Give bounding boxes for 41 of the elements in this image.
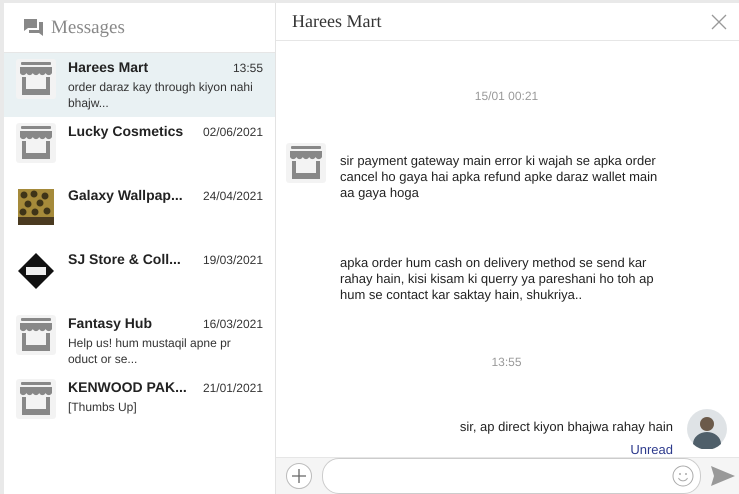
- incoming-message: apka order hum cash on delivery method se send kar rahay hain, kisi kisam ki querry ya pareshani ho toh ap hum se contact kar saktay hain, shukriya..: [340, 254, 655, 303]
- send-button[interactable]: [711, 466, 735, 486]
- emoji-button[interactable]: [672, 465, 694, 487]
- read-status: Unread: [630, 442, 673, 457]
- contact-name: Galaxy Wallpap...: [68, 187, 183, 203]
- plus-icon: [292, 469, 306, 483]
- store-icon: [16, 59, 56, 99]
- conversation-time: 13:55: [232, 61, 263, 75]
- outgoing-message: sir, ap direct kiyon bhajwa rahay hain: [460, 419, 673, 434]
- message-preview: order daraz kay through kiyon nahi bhajw...: [68, 79, 254, 111]
- smiley-icon: [672, 465, 694, 487]
- add-button[interactable]: [286, 463, 312, 489]
- incoming-message: sir payment gateway main error ki wajah se apka order cancel ho gaya hai apka refund apke daraz wallet main aa gaya hoga: [340, 152, 658, 201]
- message-input[interactable]: [322, 458, 701, 494]
- close-icon: [709, 12, 729, 32]
- contact-name: KENWOOD PAK...: [68, 379, 187, 395]
- message-preview: [Thumbs Up]: [68, 399, 138, 415]
- send-icon: [711, 466, 735, 486]
- store-icon: [16, 315, 56, 355]
- contact-name: Harees Mart: [68, 59, 148, 75]
- store-icon: [16, 379, 56, 419]
- panel-title: Messages: [51, 16, 125, 38]
- chat-title: Harees Mart: [292, 11, 382, 32]
- diamond-logo-icon: [16, 251, 56, 291]
- message-preview: Help us! hum mustaqil apne pr oduct or se...: [68, 335, 232, 367]
- conversation-item[interactable]: Harees Mart 13:55 order daraz kay through kiyon nahi bhajw...: [4, 53, 275, 117]
- conversation-time: 24/04/2021: [202, 189, 263, 203]
- conversation-time: 02/06/2021: [202, 125, 263, 139]
- store-icon: [16, 123, 56, 163]
- conversation-time: 21/01/2021: [202, 381, 263, 395]
- conversation-time: 16/03/2021: [202, 317, 263, 331]
- contact-name: Lucky Cosmetics: [68, 123, 184, 139]
- contact-name: Fantasy Hub: [68, 315, 152, 331]
- message-timestamp: 13:55: [491, 355, 522, 369]
- conversation-time: 19/03/2021: [202, 253, 263, 267]
- contact-name: SJ Store & Coll...: [68, 251, 181, 267]
- message-timestamp: 15/01 00:21: [474, 89, 538, 103]
- chat-bubbles-icon: [24, 19, 43, 36]
- close-button[interactable]: [709, 12, 729, 32]
- user-avatar: [687, 409, 727, 449]
- store-icon: [286, 143, 326, 183]
